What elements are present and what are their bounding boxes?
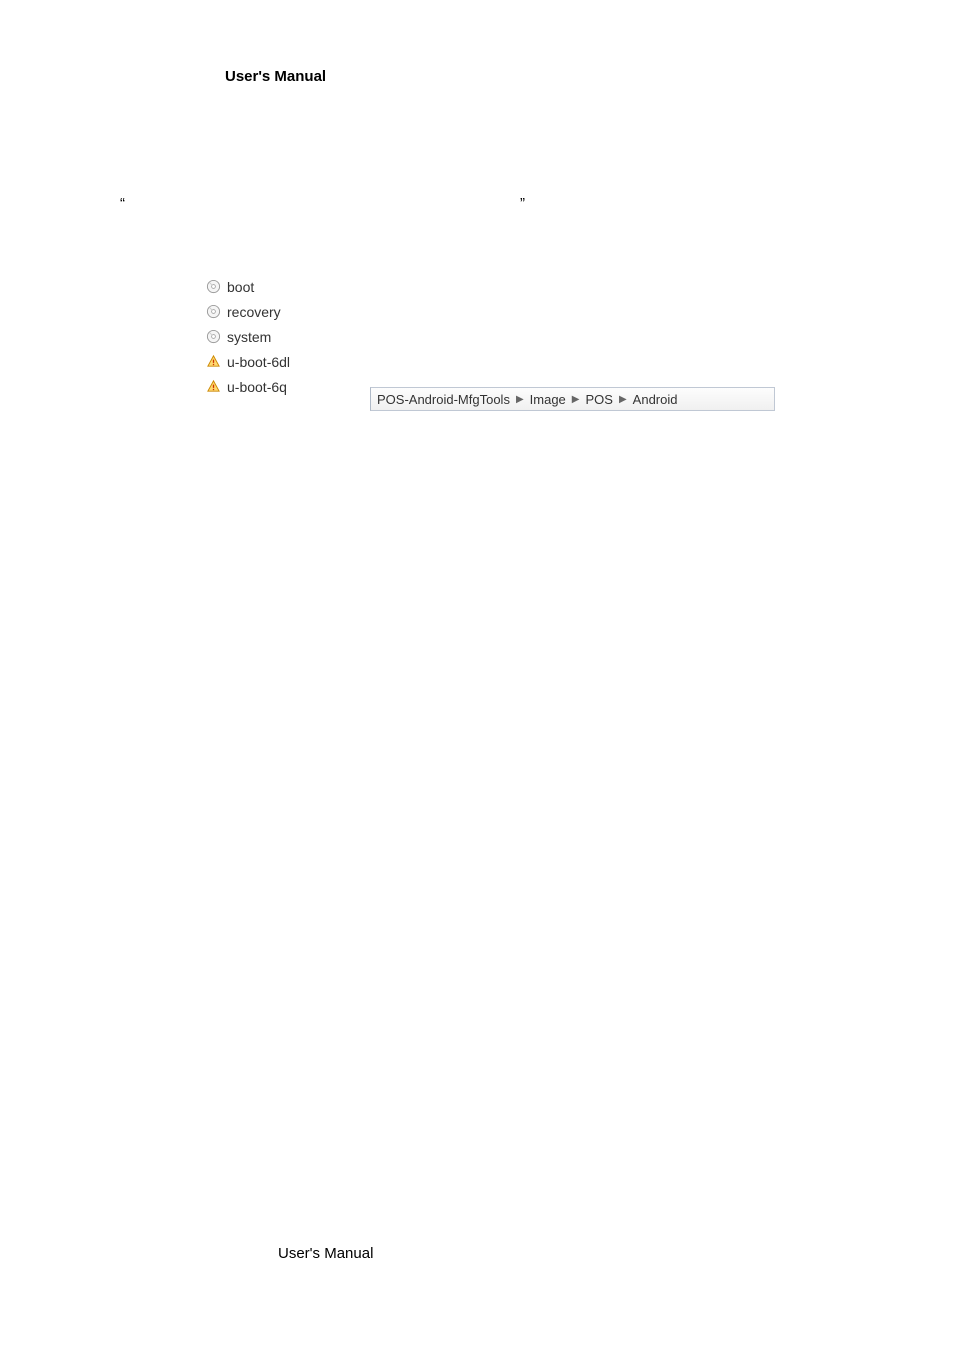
list-item[interactable]: recovery <box>205 299 290 324</box>
list-item[interactable]: boot <box>205 274 290 299</box>
file-name: boot <box>227 279 254 295</box>
breadcrumb-segment[interactable]: Image <box>530 392 566 407</box>
breadcrumb-segment[interactable]: Android <box>633 392 678 407</box>
disc-icon <box>205 304 221 320</box>
disc-icon <box>205 279 221 295</box>
opening-quote: “ <box>120 195 125 212</box>
warning-icon <box>205 379 221 395</box>
file-name: u-boot-6dl <box>227 354 290 370</box>
breadcrumb-segment[interactable]: POS <box>586 392 613 407</box>
page-footer-title: User's Manual <box>278 1245 373 1262</box>
file-name: recovery <box>227 304 281 320</box>
list-item[interactable]: u-boot-6q <box>205 374 290 399</box>
breadcrumb[interactable]: POS-Android-MfgTools ▶ Image ▶ POS ▶ And… <box>370 387 775 411</box>
closing-quote: ” <box>520 195 525 212</box>
disc-icon <box>205 329 221 345</box>
file-list: boot recovery system u-boot-6dl u-boot-6… <box>205 274 290 399</box>
chevron-right-icon: ▶ <box>572 394 580 405</box>
chevron-right-icon: ▶ <box>516 394 524 405</box>
page-header-title: User's Manual <box>225 68 326 85</box>
list-item[interactable]: system <box>205 324 290 349</box>
file-name: u-boot-6q <box>227 379 287 395</box>
breadcrumb-segment[interactable]: POS-Android-MfgTools <box>377 392 510 407</box>
chevron-right-icon: ▶ <box>619 394 627 405</box>
list-item[interactable]: u-boot-6dl <box>205 349 290 374</box>
file-name: system <box>227 329 271 345</box>
warning-icon <box>205 354 221 370</box>
